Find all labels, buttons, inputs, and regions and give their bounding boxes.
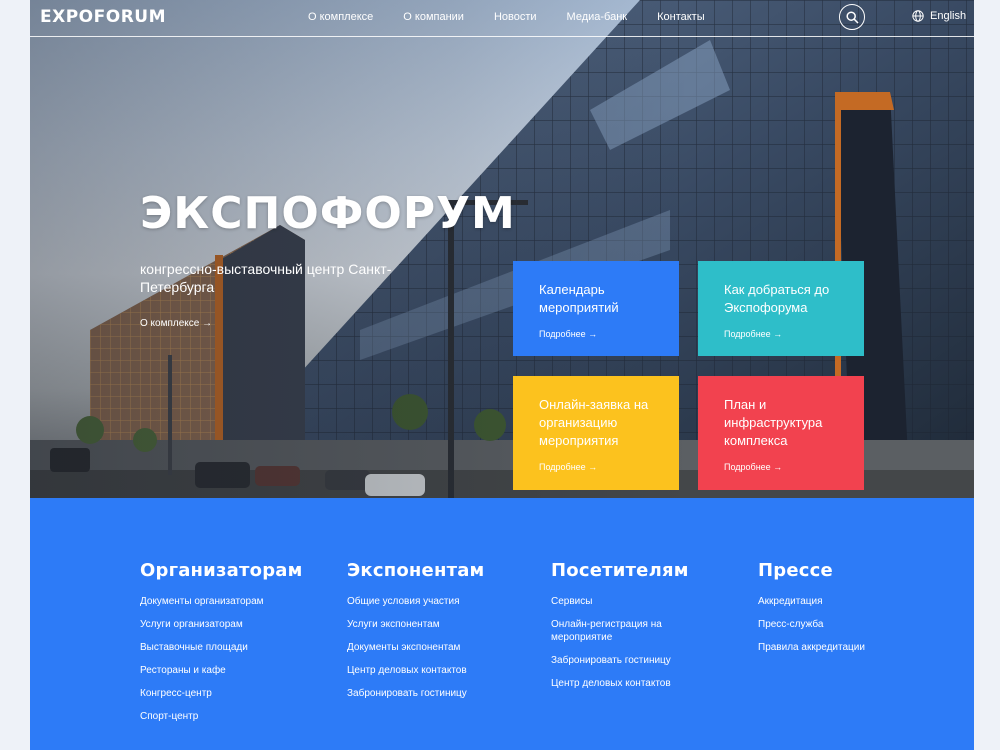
link-services[interactable]: Сервисы: [551, 595, 691, 608]
link-organizer-services[interactable]: Услуги организаторам: [140, 618, 280, 631]
tile-more-link: Подробнее →: [539, 462, 598, 472]
hero-title: ЭКСПОФОРУМ: [140, 188, 516, 239]
tile-plan-infrastructure[interactable]: План и инфраструктура комплекса Подробне…: [698, 376, 864, 490]
tile-how-to-get[interactable]: Как добраться до Экспофорума Подробнее →: [698, 261, 864, 356]
column-title: Экспонентам: [347, 560, 485, 581]
link-organizer-documents[interactable]: Документы организаторам: [140, 595, 280, 608]
link-restaurants[interactable]: Рестораны и кафе: [140, 664, 280, 677]
nav-item-about-complex[interactable]: О комплексе: [308, 11, 373, 23]
link-participation-terms[interactable]: Общие условия участия: [347, 595, 487, 608]
link-exhibition-areas[interactable]: Выставочные площади: [140, 641, 280, 654]
tile-title: План и инфраструктура комплекса: [724, 397, 823, 448]
column-visitors: Посетителям Сервисы Онлайн-регистрация н…: [551, 560, 741, 700]
column-press: Прессе Аккредитация Пресс-служба Правила…: [758, 560, 948, 664]
column-title: Посетителям: [551, 560, 689, 581]
link-exhibitor-services[interactable]: Услуги экспонентам: [347, 618, 487, 631]
column-exhibitors: Экспонентам Общие условия участия Услуги…: [347, 560, 537, 710]
link-exhibitor-documents[interactable]: Документы экспонентам: [347, 641, 487, 654]
nav-item-about-company[interactable]: О компании: [403, 11, 464, 23]
about-complex-link[interactable]: О комплексе →: [140, 318, 212, 329]
logo[interactable]: EXPOFORUM: [40, 7, 166, 27]
column-title: Прессе: [758, 560, 833, 581]
search-icon: [846, 11, 859, 24]
nav-item-media-bank[interactable]: Медиа-банк: [567, 11, 628, 23]
tile-online-request[interactable]: Онлайн-заявка на организацию мероприятия…: [513, 376, 679, 490]
tile-title: Календарь мероприятий: [539, 282, 619, 315]
tile-more-link: Подробнее →: [724, 462, 783, 472]
link-accreditation-rules[interactable]: Правила аккредитации: [758, 641, 898, 654]
tile-events-calendar[interactable]: Календарь мероприятий Подробнее →: [513, 261, 679, 356]
link-book-hotel[interactable]: Забронировать гостиницу: [551, 654, 691, 667]
language-label: English: [930, 10, 967, 22]
column-title: Организаторам: [140, 560, 303, 581]
top-navigation: EXPOFORUM О комплексе О компании Новости…: [30, 0, 974, 37]
tile-more-link: Подробнее →: [539, 329, 598, 339]
nav-item-news[interactable]: Новости: [494, 11, 537, 23]
language-switch[interactable]: English: [912, 10, 966, 22]
link-press-service[interactable]: Пресс-служба: [758, 618, 898, 631]
page: EXPOFORUM О комплексе О компании Новости…: [30, 0, 974, 750]
nav-item-contacts[interactable]: Контакты: [657, 11, 705, 23]
link-business-center[interactable]: Центр деловых контактов: [551, 677, 691, 690]
link-congress-center[interactable]: Конгресс-центр: [140, 687, 280, 700]
link-accreditation[interactable]: Аккредитация: [758, 595, 898, 608]
link-business-center[interactable]: Центр деловых контактов: [347, 664, 487, 677]
tile-more-link: Подробнее →: [724, 329, 783, 339]
search-button[interactable]: [839, 4, 865, 30]
link-online-registration[interactable]: Онлайн-регистрация на мероприятие: [551, 618, 691, 644]
main-menu: О комплексе О компании Новости Медиа-бан…: [308, 11, 735, 23]
tile-title: Онлайн-заявка на организацию мероприятия: [539, 397, 649, 448]
hero-banner: EXPOFORUM О комплексе О компании Новости…: [30, 0, 974, 498]
hero-subtitle: конгрессно-выставочный центр Санкт-Петер…: [140, 261, 392, 295]
globe-icon: [912, 10, 924, 22]
link-book-hotel[interactable]: Забронировать гостиницу: [347, 687, 487, 700]
column-organizers: Организаторам Документы организаторам Ус…: [140, 560, 330, 733]
tile-title: Как добраться до Экспофорума: [724, 282, 830, 315]
link-sport-center[interactable]: Спорт-центр: [140, 710, 280, 723]
